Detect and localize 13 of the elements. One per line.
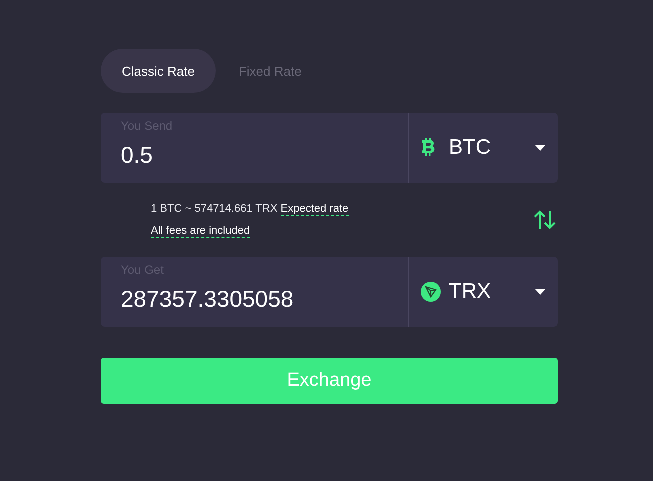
- coin-icon: [421, 282, 441, 302]
- fees-link[interactable]: All fees are included: [151, 225, 250, 238]
- currency-dropdown[interactable]: BTC: [409, 113, 558, 183]
- amount-value: 287357.3305058: [121, 286, 295, 313]
- rate-tab[interactable]: Classic Rate: [101, 49, 216, 93]
- amount-value: 0.5: [121, 142, 154, 169]
- rate-link[interactable]: Expected rate: [280, 203, 349, 216]
- swap-icon[interactable]: [534, 209, 556, 231]
- bitcoin-icon: [421, 138, 435, 158]
- caret-icon: [535, 145, 546, 151]
- caret-icon: [535, 289, 546, 295]
- rate-text: 1 BTC ~ 574714.661 TRX: [151, 203, 279, 215]
- currency-dropdown[interactable]: TRX: [409, 257, 558, 327]
